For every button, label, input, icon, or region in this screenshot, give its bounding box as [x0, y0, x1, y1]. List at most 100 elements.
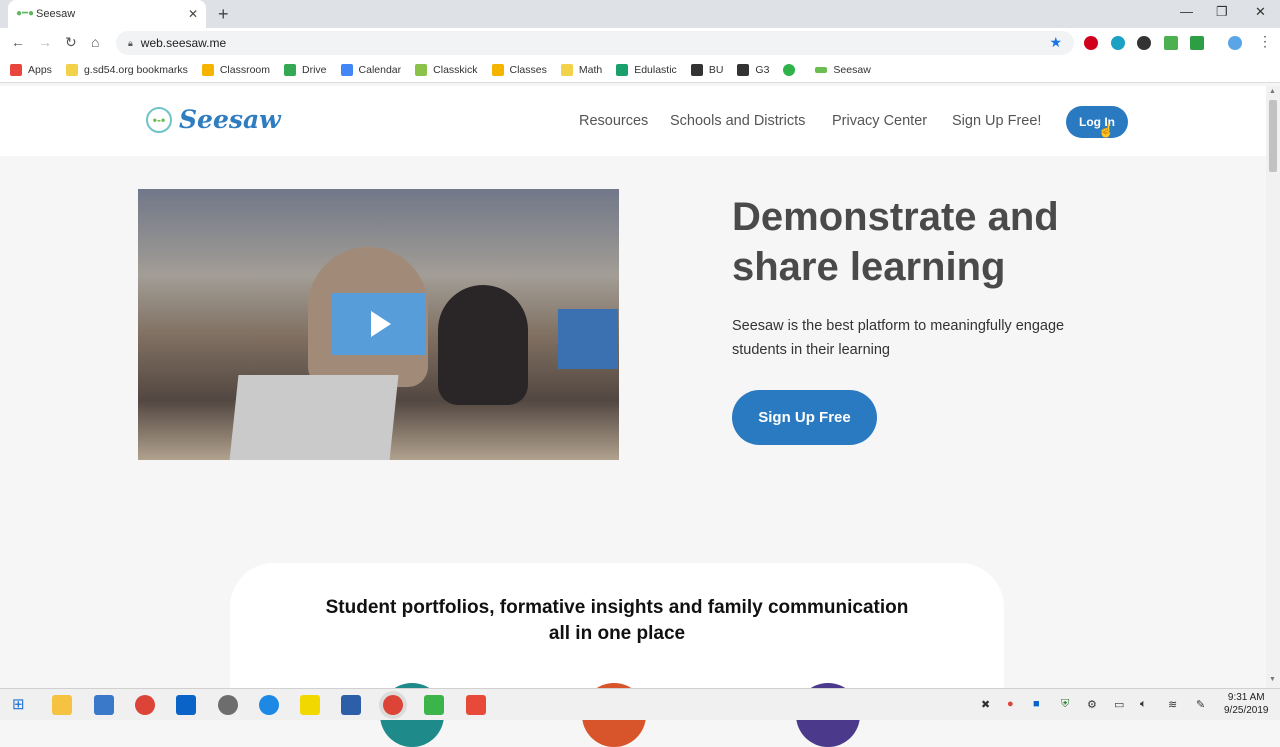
bookmark-drive[interactable]: Drive	[284, 64, 327, 76]
extension-pen-icon[interactable]	[1164, 36, 1178, 50]
sign-up-free-button[interactable]: Sign Up Free	[732, 390, 877, 445]
tray-wifi-icon[interactable]: ≋	[1168, 698, 1177, 711]
clock-date: 9/25/2019	[1224, 705, 1269, 716]
outlook-icon[interactable]	[176, 695, 196, 715]
bookmark-classes[interactable]: Classes	[491, 64, 547, 76]
tab-title: Seesaw	[36, 8, 76, 20]
bookmark-label: Calendar	[358, 64, 402, 76]
address-bar[interactable]: 🔒︎ web.seesaw.me ★	[116, 31, 1074, 55]
bookmark-edulastic[interactable]: Edulastic	[616, 64, 677, 76]
scroll-up-icon[interactable]: ▲	[1269, 88, 1276, 95]
profile-avatar-icon[interactable]	[1228, 36, 1242, 50]
window-close-icon[interactable]: ✕	[1255, 4, 1266, 20]
bookmark-apps[interactable]: Apps	[10, 64, 52, 76]
menu-kebab-icon[interactable]: ⋮	[1258, 33, 1272, 50]
extension-classroom-icon[interactable]	[1190, 36, 1204, 50]
file-explorer-icon[interactable]	[52, 695, 72, 715]
camtasia-icon[interactable]	[424, 695, 444, 715]
tray-outlook-icon[interactable]: ■	[1033, 698, 1040, 710]
tray-chrome-icon[interactable]: ●	[1007, 698, 1014, 710]
bookmark-calendar[interactable]: Calendar	[340, 64, 402, 76]
scroll-down-icon[interactable]: ▼	[1269, 676, 1276, 683]
bookmark-label: Math	[578, 64, 603, 76]
bookmark-label: Apps	[28, 64, 52, 76]
bookmark-label: Drive	[302, 64, 327, 76]
bookmark-plus[interactable]	[783, 64, 801, 76]
edulastic-icon	[616, 64, 629, 76]
flag-icon	[737, 64, 750, 76]
folder-icon	[65, 64, 78, 76]
bookmark-classkick[interactable]: Classkick	[415, 64, 478, 76]
bookmark-label: Seesaw	[833, 64, 871, 76]
bookmark-gsd54[interactable]: g.sd54.org bookmarks	[65, 64, 188, 76]
taskbar-clock[interactable]: 9:31 AM 9/25/2019	[1224, 691, 1269, 717]
close-tab-icon[interactable]: ✕	[188, 7, 198, 21]
windows-start-icon[interactable]: ⊞	[12, 695, 25, 713]
home-icon[interactable]: ⌂	[91, 34, 99, 50]
seesaw-favicon-icon: ●━●	[16, 8, 35, 19]
folder-icon	[560, 64, 573, 76]
nav-sign-up-free[interactable]: Sign Up Free!	[952, 113, 1041, 129]
hero-video[interactable]	[138, 189, 619, 460]
minimize-icon[interactable]: —	[1180, 4, 1193, 19]
hero-subtext: Seesaw is the best platform to meaningfu…	[732, 318, 1065, 358]
maximize-icon[interactable]: ❐	[1216, 4, 1228, 20]
nav-resources[interactable]: Resources	[579, 113, 648, 129]
seesaw-logo[interactable]: •-• Seesaw	[146, 105, 281, 134]
bookmark-classroom[interactable]: Classroom	[201, 64, 270, 76]
classroom-icon	[201, 64, 214, 76]
play-button[interactable]	[332, 293, 425, 355]
hero-headline: Demonstrate and share learning	[732, 195, 1059, 289]
recorder-icon[interactable]	[466, 695, 486, 715]
tab-seesaw[interactable]: ●━● Seesaw ✕	[8, 0, 206, 28]
scrollbar-thumb[interactable]	[1269, 100, 1277, 172]
site-header: •-• Seesaw Resources Schools and Distric…	[0, 86, 1266, 156]
browser-tab-strip: ●━● Seesaw ✕ + — ❐ ✕	[0, 0, 1280, 28]
page-scrollbar[interactable]: ▲ ▼	[1266, 86, 1280, 688]
bookmark-label: g.sd54.org bookmarks	[83, 64, 188, 76]
hand-cursor-icon: ☝	[1098, 123, 1115, 138]
windows-taskbar: ⊞ ✖ ● ■ ⛨ ⚙ ▭ 🔈︎ ≋ ✎ 9:31 AM 9/25/2019	[0, 688, 1280, 720]
feature-card: Student portfolios, formative insights a…	[230, 563, 1004, 747]
seesaw-logo-icon: •-•	[146, 106, 172, 133]
tray-close-icon[interactable]: ✖	[981, 698, 990, 711]
tray-pen-icon[interactable]: ✎	[1196, 698, 1205, 711]
bookmark-math[interactable]: Math	[560, 64, 603, 76]
bookmark-label: Classes	[509, 64, 547, 76]
feature-card-title-line2: all in one place	[548, 623, 686, 644]
extension-ghostery-icon[interactable]	[1137, 36, 1151, 50]
feature-card-title: Student portfolios, formative insights a…	[230, 595, 1004, 647]
internet-explorer-icon[interactable]	[259, 695, 279, 715]
tray-shield-icon[interactable]: ⛨	[1061, 698, 1069, 711]
extension-adblock-icon[interactable]	[1084, 36, 1098, 50]
chrome-active-icon[interactable]	[383, 695, 403, 715]
plus-circle-icon	[783, 64, 796, 76]
new-tab-button[interactable]: +	[218, 4, 229, 25]
play-icon	[371, 311, 391, 337]
bookmark-bu[interactable]: BU	[690, 64, 723, 76]
tray-battery-icon[interactable]: ▭	[1114, 698, 1124, 711]
nav-schools-and-districts[interactable]: Schools and Districts	[670, 113, 805, 129]
bookmark-star-icon[interactable]: ★	[1049, 34, 1062, 51]
extension-shield-icon[interactable]	[1111, 36, 1125, 50]
lock-icon: 🔒︎	[128, 37, 133, 48]
sticky-notes-icon[interactable]	[300, 695, 320, 715]
reload-icon[interactable]: ↻	[65, 34, 77, 51]
tray-network-icon[interactable]: ⚙	[1087, 698, 1097, 711]
forward-icon[interactable]: →	[38, 34, 52, 50]
log-in-button[interactable]: Log In	[1066, 106, 1128, 138]
app-icon[interactable]	[341, 695, 361, 715]
apps-grid-icon	[10, 64, 22, 76]
app-icon[interactable]	[218, 695, 238, 715]
nav-privacy-center[interactable]: Privacy Center	[832, 113, 927, 129]
chrome-icon[interactable]	[135, 695, 155, 715]
back-icon[interactable]: ←	[11, 34, 25, 50]
url-text: web.seesaw.me	[140, 36, 227, 50]
classes-icon	[491, 64, 504, 76]
classkick-icon	[415, 64, 428, 76]
bookmark-g3[interactable]: G3	[737, 64, 769, 76]
bookmark-seesaw[interactable]: Seesaw	[815, 64, 871, 76]
tray-volume-icon[interactable]: 🔈︎	[1140, 698, 1147, 711]
notes-app-icon[interactable]	[94, 695, 114, 715]
flag-icon	[690, 64, 703, 76]
